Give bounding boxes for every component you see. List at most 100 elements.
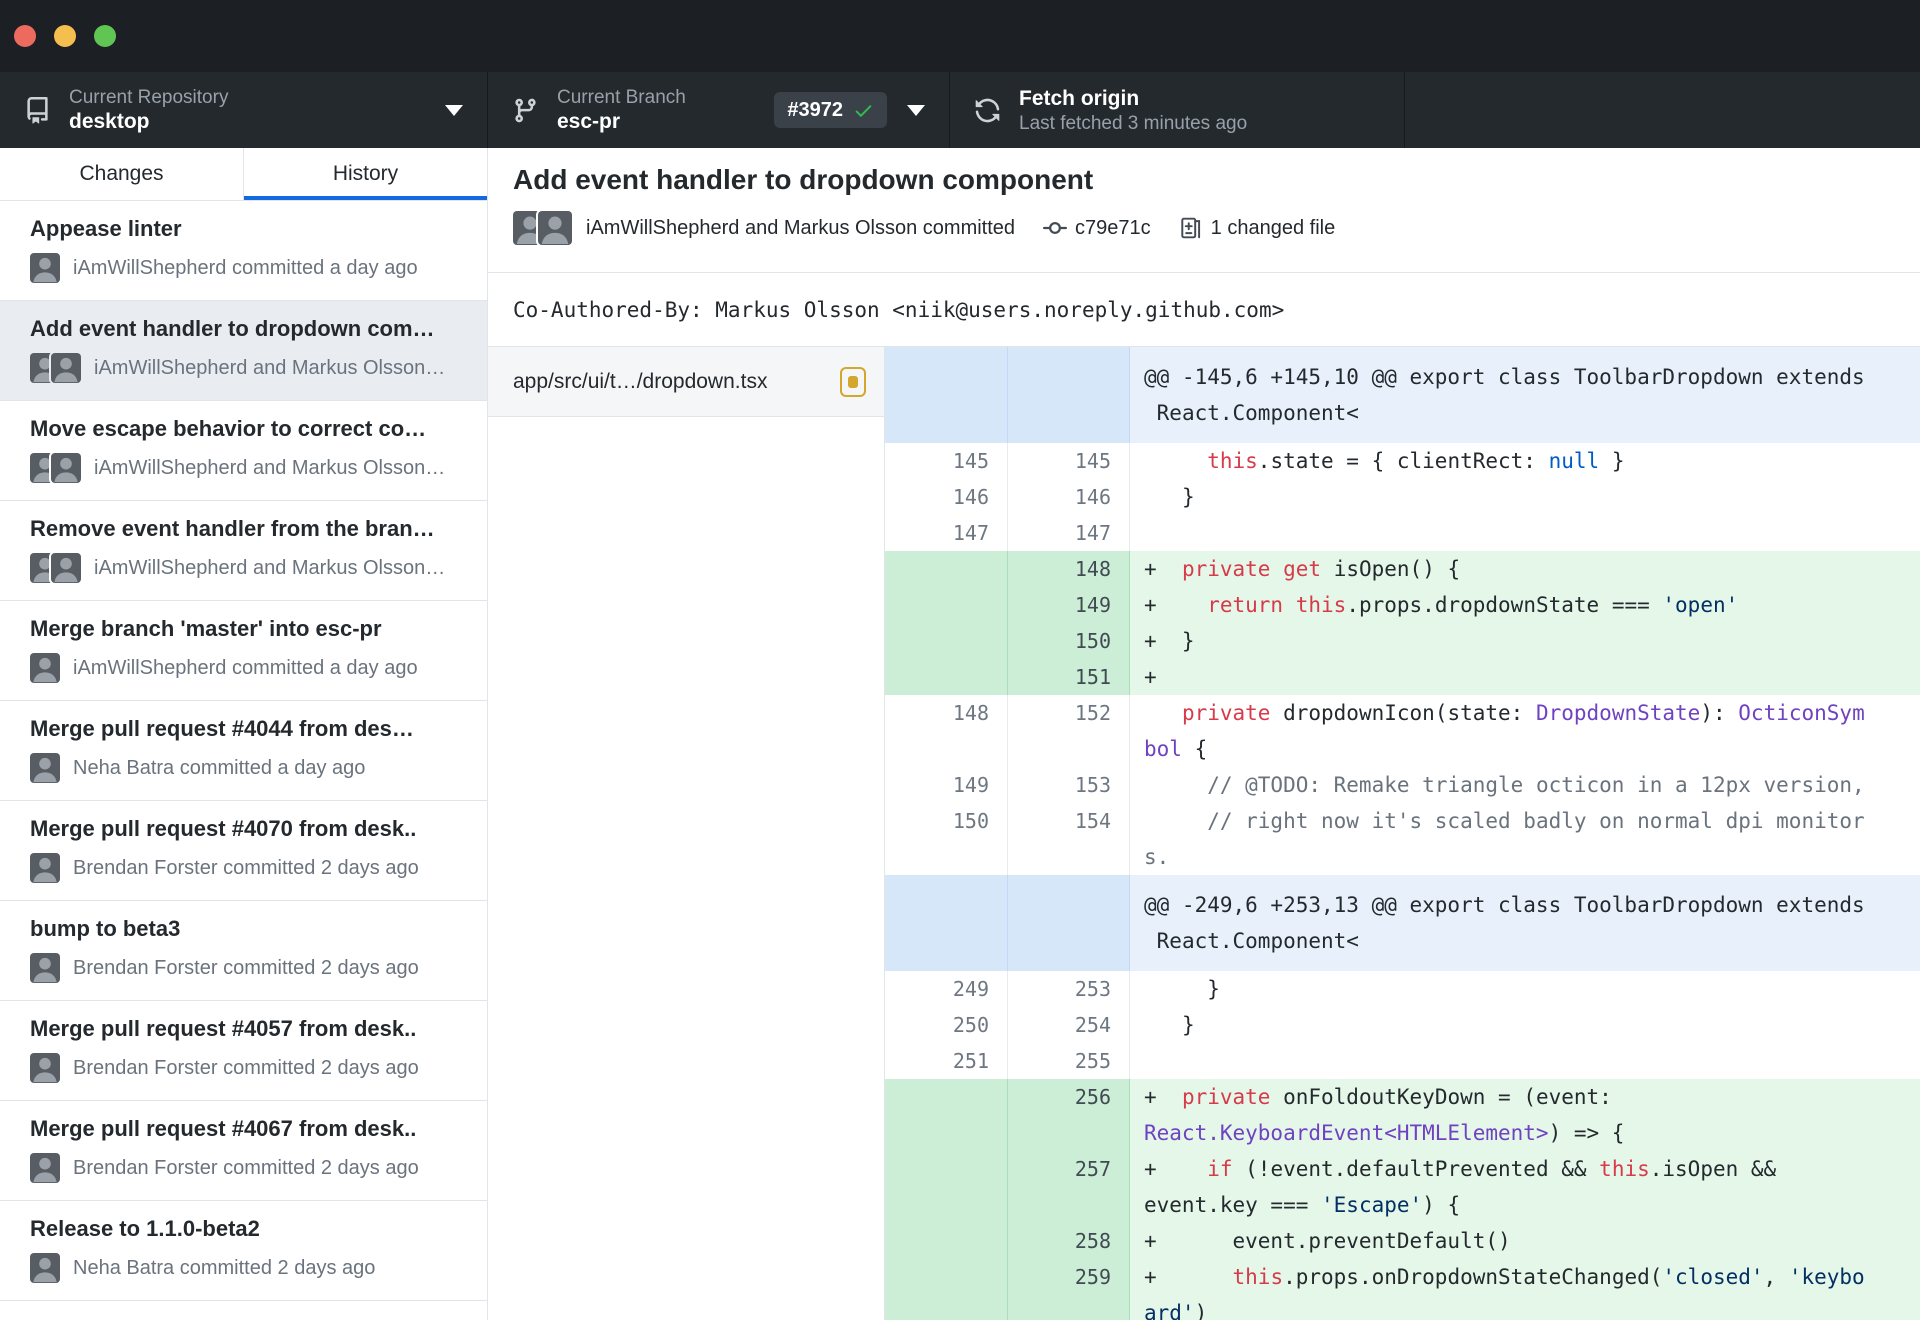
commit-list-item[interactable]: Merge pull request #4057 from desk.. Bren… [0,1001,487,1101]
code-line: + private onFoldoutKeyDown = (event: Rea… [1130,1079,1920,1151]
diff-row: 146 146 } [885,479,1920,515]
diff-row: 257 + if (!event.defaultPrevented && this… [885,1151,1920,1223]
git-branch-icon [512,97,539,124]
code-line: @@ -249,6 +253,13 @@ export class Toolba… [1130,875,1920,971]
old-line-number: 149 [885,767,1008,803]
sync-icon [974,97,1001,124]
avatar [30,253,60,283]
commit-list-meta: Brendan Forster committed 2 days ago [30,1153,469,1183]
old-line-number [885,1223,1008,1259]
avatar [30,853,60,883]
commit-list-item[interactable]: Release to 1.1.0-beta2 Neha Batra committ… [0,1201,487,1301]
commit-list-item[interactable]: Add event handler to dropdown com… iAmWil… [0,301,487,401]
new-line-number: 259 [1008,1259,1130,1320]
commit-summary: Add event handler to dropdown component … [488,148,1920,273]
commit-list-title: Add event handler to dropdown com… [30,316,435,341]
commit-list-title: Merge pull request #4044 from des… [30,716,414,741]
new-line-number: 145 [1008,443,1130,479]
avatar [30,853,60,883]
file-list-item[interactable]: app/src/ui/t…/dropdown.tsx [488,347,884,417]
commit-list-title: Appease linter [30,216,182,241]
code-line: @@ -145,6 +145,10 @@ export class Toolba… [1130,347,1920,443]
commit-list-item[interactable]: Merge pull request #4058 from des… [0,1301,487,1320]
code-line: + return this.props.dropdownState === 'o… [1130,587,1920,623]
diff-row: 150 154 // right now it's scaled badly on… [885,803,1920,875]
changed-files-count: 1 changed file [1210,216,1336,239]
diff-row: 145 145 this.state = { clientRect: null } [885,443,1920,479]
code-line: } [1130,971,1920,1007]
code-line: + if (!event.defaultPrevented && this.is… [1130,1151,1920,1223]
commit-list-meta: iAmWillShepherd and Markus Olsson… [30,453,469,483]
commit-list-meta: Brendan Forster committed 2 days ago [30,853,469,883]
old-line-number: 249 [885,971,1008,1007]
commit-list-item[interactable]: Merge branch 'master' into esc-pr iAmWill… [0,601,487,701]
commit-list-meta-text: Brendan Forster committed 2 days ago [73,956,419,979]
avatar [30,653,60,683]
commit-list-item[interactable]: Remove event handler from the bran… iAmWi… [0,501,487,601]
tab-history[interactable]: History [244,148,487,200]
git-commit-icon [1043,216,1068,240]
file-diff-icon [1179,216,1203,240]
commit-sha: c79e71c [1075,216,1151,239]
current-repository-value: desktop [69,109,150,133]
diff-row: 149 153 // @TODO: Remake triangle octicon… [885,767,1920,803]
new-line-number: 154 [1008,803,1130,875]
current-branch-value: esc-pr [557,109,621,133]
commit-list-meta: iAmWillShepherd committed a day ago [30,653,469,683]
avatar [538,211,572,245]
commit-list-title: Move escape behavior to correct co… [30,416,427,441]
fetch-origin-subtitle: Last fetched 3 minutes ago [1019,112,1248,134]
commit-list-title: Merge pull request #4057 from desk.. [30,1016,417,1041]
current-repository-button[interactable]: Current Repository desktop [0,72,488,148]
zoom-window-button[interactable] [94,25,116,47]
chevron-down-icon [445,104,463,116]
code-line: + event.preventDefault() [1130,1223,1920,1259]
pull-request-badge[interactable]: #3972 [774,92,887,128]
commit-list-meta-text: Neha Batra committed 2 days ago [73,1256,376,1279]
old-line-number [885,587,1008,623]
avatar [30,753,60,783]
old-line-number: 148 [885,695,1008,767]
commit-list-meta-text: iAmWillShepherd and Markus Olsson… [94,456,446,479]
commit-list-item[interactable]: Merge pull request #4044 from des… Neha B… [0,701,487,801]
modified-file-icon [840,366,866,397]
commit-author-avatars [513,211,572,245]
commit-list-meta: iAmWillShepherd and Markus Olsson… [30,353,469,383]
avatar [30,753,60,783]
old-line-number [885,1259,1008,1320]
commit-list-meta-text: iAmWillShepherd and Markus Olsson… [94,556,446,579]
commit-list-item[interactable]: Merge pull request #4067 from desk.. Bren… [0,1101,487,1201]
toolbar: Current Repository desktop Current Branc… [0,72,1920,148]
commit-list-item[interactable]: Move escape behavior to correct co… iAmWi… [0,401,487,501]
check-icon [855,104,872,117]
commit-list-meta: Neha Batra committed 2 days ago [30,1253,469,1283]
commit-list-meta-text: iAmWillShepherd committed a day ago [73,656,418,679]
commit-list-item[interactable]: Merge pull request #4070 from desk.. Bren… [0,801,487,901]
commit-list-item[interactable]: Appease linter iAmWillShepherd committed … [0,201,487,301]
fetch-origin-title: Fetch origin [1019,86,1140,110]
commit-list-item[interactable]: bump to beta3 Brendan Forster committed 2… [0,901,487,1001]
old-line-number: 150 [885,803,1008,875]
commit-list-title: Merge branch 'master' into esc-pr [30,616,382,641]
new-line-number: 255 [1008,1043,1130,1079]
diff-row: 249 253 } [885,971,1920,1007]
minimize-window-button[interactable] [54,25,76,47]
close-window-button[interactable] [14,25,36,47]
avatar [51,453,81,483]
old-line-number: 251 [885,1043,1008,1079]
history-sidebar: Changes History Appease linter iAmWillShep… [0,148,488,1320]
code-line: + [1130,659,1920,695]
repo-icon [24,96,51,124]
current-branch-label: Current Branch [557,86,686,108]
avatar [30,953,60,983]
commit-list-title: Remove event handler from the bran… [30,516,435,541]
tab-changes[interactable]: Changes [0,148,244,200]
new-line-number: 152 [1008,695,1130,767]
current-branch-button[interactable]: Current Branch esc-pr #3972 [488,72,950,148]
diff-row: 256 + private onFoldoutKeyDown = (event: … [885,1079,1920,1151]
code-line [1130,515,1920,551]
code-line: private dropdownIcon(state: DropdownStat… [1130,695,1920,767]
fetch-origin-button[interactable]: Fetch origin Last fetched 3 minutes ago [950,72,1405,148]
diff-row: 251 255 [885,1043,1920,1079]
